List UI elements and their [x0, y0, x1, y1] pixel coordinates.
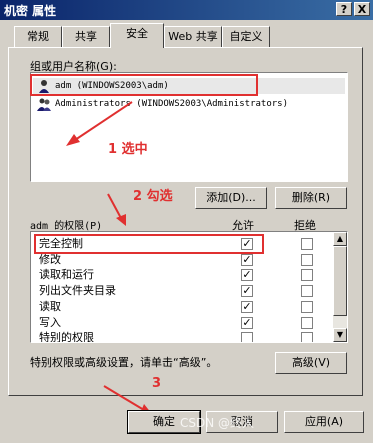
apply-button[interactable]: 应用(A)	[284, 411, 364, 433]
permission-row: 修改 ✓	[35, 252, 331, 268]
permission-row: 列出文件夹目录 ✓	[35, 283, 331, 299]
close-button[interactable]: X	[354, 2, 370, 16]
allow-checkbox[interactable]: ✓	[241, 285, 253, 298]
permissions-label: adm 的权限(P)	[30, 221, 103, 232]
deny-checkbox[interactable]	[301, 300, 313, 313]
permission-name: 特别的权限	[39, 331, 94, 343]
deny-checkbox[interactable]	[301, 269, 313, 282]
annotation-step1: 1 选中	[108, 142, 148, 157]
permission-row: 读取 ✓	[35, 299, 331, 315]
help-button[interactable]: ?	[336, 2, 352, 16]
permission-row: 读取和运行 ✓	[35, 267, 331, 283]
allow-checkbox[interactable]: ✓	[241, 300, 253, 313]
permission-name: 列出文件夹目录	[39, 284, 116, 298]
deny-checkbox[interactable]	[301, 316, 313, 329]
advanced-button[interactable]: 高级(V)	[275, 352, 347, 374]
watermark: CSDN @终人	[180, 416, 255, 430]
allow-checkbox[interactable]: ✓	[241, 316, 253, 329]
allow-checkbox[interactable]: ✓	[241, 253, 253, 266]
tab-sharing[interactable]: 共享	[62, 26, 110, 47]
tab-custom[interactable]: 自定义	[222, 26, 270, 47]
permission-row: 写入 ✓	[35, 315, 331, 331]
group-icon	[37, 98, 51, 111]
scroll-up-icon[interactable]: ▲	[333, 232, 347, 246]
scroll-down-icon[interactable]: ▼	[333, 328, 347, 342]
special-text: 特别权限或高级设置，请单击“高级”。	[30, 356, 218, 369]
allow-checkbox[interactable]	[241, 332, 253, 342]
window-title: 机密 属性	[4, 4, 57, 18]
allow-checkbox[interactable]: ✓	[241, 269, 253, 282]
permission-name: 写入	[39, 315, 61, 329]
tab-general[interactable]: 常规	[14, 26, 62, 47]
deny-checkbox[interactable]	[301, 332, 313, 342]
permission-row: 特别的权限	[35, 330, 331, 343]
tab-web-sharing[interactable]: Web 共享	[164, 26, 222, 47]
permission-name: 读取	[39, 299, 61, 313]
deny-checkbox[interactable]	[301, 238, 313, 250]
deny-checkbox[interactable]	[301, 253, 313, 266]
add-button[interactable]: 添加(D)...	[195, 187, 267, 209]
permission-name: 修改	[39, 252, 61, 266]
tab-security[interactable]: 安全	[110, 23, 164, 48]
scrollbar[interactable]: ▲ ▼	[333, 232, 347, 342]
permission-name: 读取和运行	[39, 268, 94, 282]
arrow-icon	[107, 193, 126, 226]
scroll-thumb[interactable]	[333, 246, 347, 316]
title-bar: 机密 属性 ? X	[0, 0, 373, 20]
deny-checkbox[interactable]	[301, 285, 313, 298]
remove-button[interactable]: 删除(R)	[275, 187, 347, 209]
highlight-permission-box	[34, 234, 264, 254]
